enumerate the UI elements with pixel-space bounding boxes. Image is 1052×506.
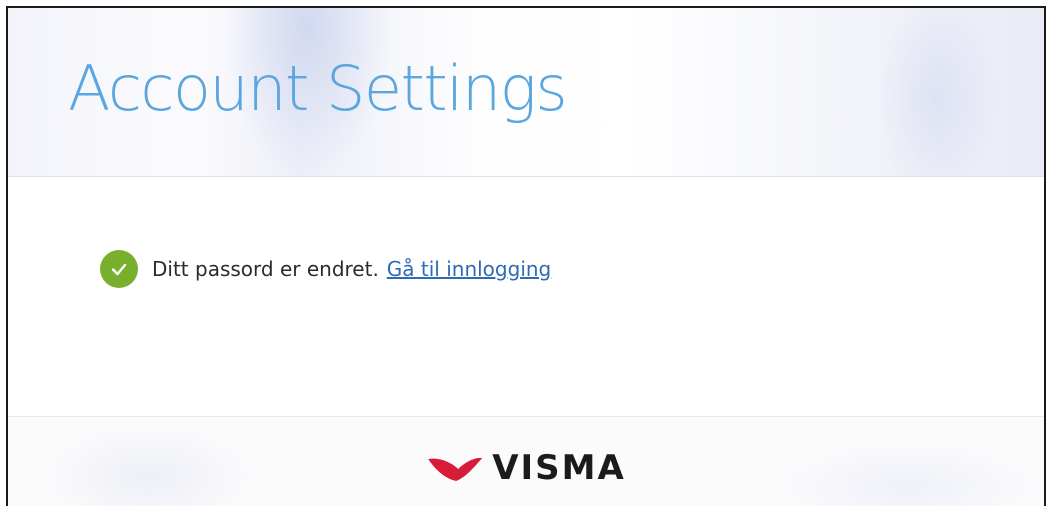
footer: VISMA <box>8 416 1044 506</box>
page-title: Account Settings <box>68 52 568 125</box>
login-link[interactable]: Gå til innlogging <box>387 257 551 281</box>
logo-wordmark: VISMA <box>492 448 626 488</box>
header: Account Settings <box>8 8 1044 177</box>
page-frame: Account Settings Ditt passord er endret.… <box>6 6 1046 506</box>
visma-logo-mark-icon <box>428 457 483 481</box>
status-message: Ditt passord er endret. Gå til innloggin… <box>100 250 551 288</box>
status-text: Ditt passord er endret. <box>152 257 379 281</box>
visma-logo: VISMA <box>426 451 626 485</box>
check-icon <box>100 250 138 288</box>
